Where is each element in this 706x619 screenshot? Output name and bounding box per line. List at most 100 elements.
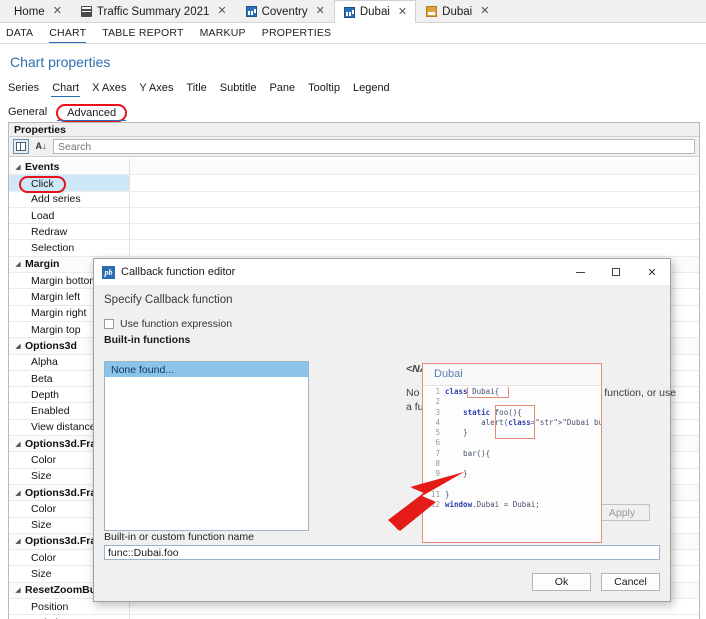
close-icon[interactable]: ✕ xyxy=(316,6,325,17)
property-value-cell[interactable] xyxy=(129,224,699,239)
function-name-input[interactable] xyxy=(104,545,660,560)
property-label: View distance xyxy=(9,421,96,433)
close-icon[interactable]: ✕ xyxy=(480,6,489,17)
tab-subtitle[interactable]: Subtitle xyxy=(220,82,257,96)
cancel-button[interactable]: Cancel xyxy=(601,573,660,591)
dialog-buttons: Ok Cancel xyxy=(532,573,660,591)
tab-general[interactable]: General xyxy=(8,106,47,120)
built-in-functions-list[interactable]: None found... xyxy=(104,361,309,531)
property-label: Size xyxy=(9,470,51,482)
property-row[interactable]: Add series xyxy=(9,192,699,208)
tab-traffic-summary-2021[interactable]: Traffic Summary 2021 ✕ xyxy=(71,0,236,22)
property-value-cell[interactable] xyxy=(129,175,699,190)
tab-advanced[interactable]: Advanced xyxy=(56,104,127,122)
tab-legend[interactable]: Legend xyxy=(353,82,390,96)
expander-icon[interactable]: ◢ xyxy=(14,537,22,545)
tab-chart[interactable]: Chart xyxy=(52,82,79,96)
code-editor-overlay: Dubai 1class Dubai{23 static foo(){4 ale… xyxy=(422,363,602,543)
app-icon: pb xyxy=(102,266,115,279)
code-line: 10 xyxy=(423,480,601,490)
tab-home[interactable]: Home ✕ xyxy=(4,0,71,22)
property-value-cell[interactable] xyxy=(129,240,699,255)
expander-icon[interactable]: ◢ xyxy=(14,342,22,350)
tab-series[interactable]: Series xyxy=(8,82,39,96)
sort-glyph: A↓ xyxy=(36,142,47,151)
expander-icon[interactable]: ◢ xyxy=(14,586,22,594)
apply-button[interactable]: Apply xyxy=(594,504,650,521)
minimize-icon[interactable] xyxy=(562,259,598,285)
code-line: 11} xyxy=(423,490,601,500)
tab-pane[interactable]: Pane xyxy=(269,82,295,96)
menu-item-properties[interactable]: PROPERTIES xyxy=(262,25,332,41)
code-line: 9 } xyxy=(423,469,601,479)
property-label: Size xyxy=(9,519,51,531)
tab-label: Dubai xyxy=(360,6,390,18)
ok-button[interactable]: Ok xyxy=(532,573,591,591)
property-label: Alpha xyxy=(9,356,58,368)
built-in-functions-label: Built-in functions xyxy=(94,330,670,346)
expander-icon[interactable]: ◢ xyxy=(14,260,22,268)
property-label: Redraw xyxy=(9,226,67,238)
tab-coventry[interactable]: Coventry ✕ xyxy=(236,0,334,22)
use-function-expression-checkbox[interactable] xyxy=(104,319,114,329)
tab-title[interactable]: Title xyxy=(186,82,206,96)
property-row[interactable]: Load xyxy=(9,208,699,224)
main-menu-bar: DATA CHART TABLE REPORT MARKUP PROPERTIE… xyxy=(0,23,706,44)
tab-dubai-second[interactable]: Dubai ✕ xyxy=(416,0,498,22)
tab-dubai-active[interactable]: Dubai ✕ xyxy=(334,0,416,23)
page-title: Chart properties xyxy=(0,44,706,70)
code-line: 8 xyxy=(423,459,601,469)
code-editor-lines[interactable]: 1class Dubai{23 static foo(){4 alert(cla… xyxy=(423,387,601,542)
close-icon[interactable]: ✕ xyxy=(398,7,407,18)
property-label: Enabled xyxy=(9,405,70,417)
maximize-icon[interactable] xyxy=(598,259,634,285)
tab-label: Dubai xyxy=(442,6,472,18)
tab-label: Home xyxy=(14,6,45,18)
property-value-cell[interactable] xyxy=(129,192,699,207)
line-number: 12 xyxy=(423,500,445,510)
chart-property-tabs-row1: Series Chart X Axes Y Axes Title Subtitl… xyxy=(0,70,706,96)
property-value-cell[interactable] xyxy=(129,159,699,174)
tab-label: Coventry xyxy=(262,6,308,18)
property-row[interactable]: Relative to xyxy=(9,615,699,619)
properties-panel-header: Properties xyxy=(9,123,699,137)
menu-item-table-report[interactable]: TABLE REPORT xyxy=(102,25,183,41)
search-input[interactable] xyxy=(53,139,695,154)
tab-tooltip[interactable]: Tooltip xyxy=(308,82,340,96)
menu-item-data[interactable]: DATA xyxy=(6,25,33,41)
tab-y-axes[interactable]: Y Axes xyxy=(139,82,173,96)
expander-icon[interactable]: ◢ xyxy=(14,440,22,448)
property-value-cell[interactable] xyxy=(129,615,699,619)
chart-orange-icon xyxy=(426,6,437,17)
line-number: 9 xyxy=(423,469,445,479)
close-icon[interactable]: ✕ xyxy=(53,6,62,17)
property-row[interactable]: Selection xyxy=(9,240,699,256)
alphabetical-sort-icon[interactable]: A↓ xyxy=(33,139,49,154)
line-number: 11 xyxy=(423,490,445,500)
list-item[interactable]: None found... xyxy=(105,362,308,377)
class-name-highlight-box xyxy=(467,387,509,398)
expander-icon[interactable]: ◢ xyxy=(14,163,22,171)
property-label: Selection xyxy=(9,242,74,254)
menu-item-markup[interactable]: MARKUP xyxy=(200,25,246,41)
dialog-title: Callback function editor xyxy=(121,266,235,278)
menu-item-chart[interactable]: CHART xyxy=(49,25,86,41)
properties-toolbar: A↓ xyxy=(9,137,699,157)
categorized-view-icon[interactable] xyxy=(13,139,29,154)
expander-icon[interactable]: ◢ xyxy=(14,489,22,497)
use-function-expression-row[interactable]: Use function expression xyxy=(94,306,670,330)
property-row[interactable]: ClickClick xyxy=(9,175,699,191)
dialog-title-bar[interactable]: pb Callback function editor ✕ xyxy=(94,259,670,285)
property-row[interactable]: Redraw xyxy=(9,224,699,240)
property-value-cell[interactable] xyxy=(129,208,699,223)
close-icon[interactable]: ✕ xyxy=(634,259,670,285)
close-icon[interactable]: ✕ xyxy=(217,6,226,17)
tab-x-axes[interactable]: X Axes xyxy=(92,82,126,96)
function-name-block: Built-in or custom function name xyxy=(104,531,660,560)
line-number: 10 xyxy=(423,480,445,490)
line-number: 3 xyxy=(423,408,445,418)
property-label: Color xyxy=(9,552,56,564)
property-label: Margin right xyxy=(9,307,86,319)
property-group-row[interactable]: ◢Events xyxy=(9,159,699,175)
line-number: 8 xyxy=(423,459,445,469)
